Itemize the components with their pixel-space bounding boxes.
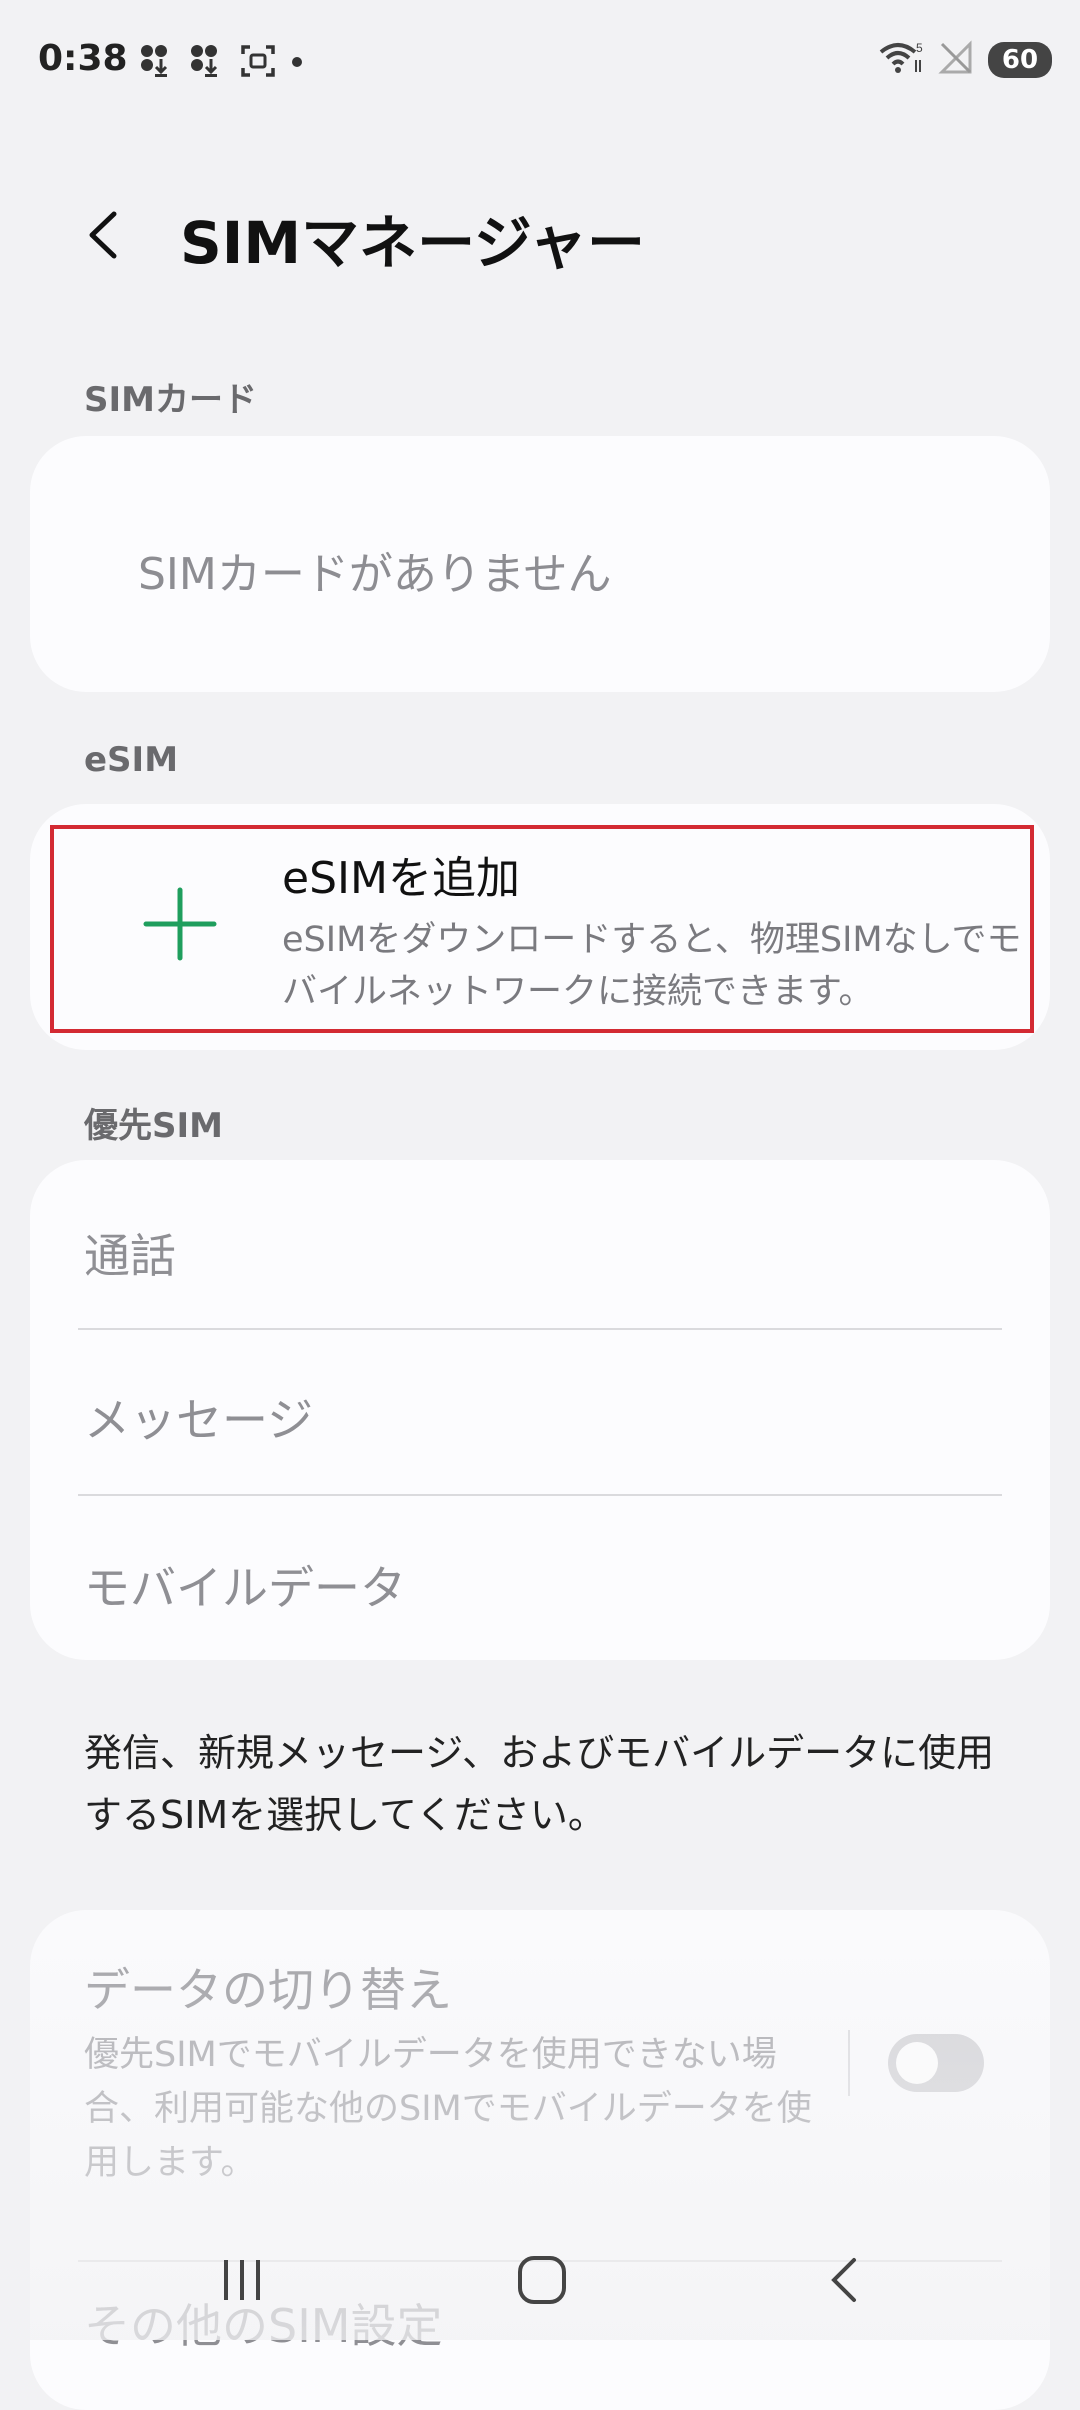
data-switch-description: 優先SIMでモバイルデータを使用できない場合、利用可能な他のSIMでモバイルデー… bbox=[84, 2035, 812, 2183]
home-icon bbox=[518, 2256, 566, 2304]
svg-text:5: 5 bbox=[916, 41, 923, 55]
add-esim-item[interactable]: eSIMを追加 eSIMをダウンロードすると、物理SIMなしでモバイルネットワー… bbox=[30, 804, 1050, 1050]
sim-card-card: SIMカードがありません bbox=[30, 436, 1050, 692]
sim-card-section-label: SIMカード bbox=[84, 380, 257, 420]
battery-icon: 60 bbox=[988, 42, 1052, 78]
notification-icons bbox=[140, 44, 304, 82]
chevron-left-icon bbox=[89, 211, 117, 259]
system-status-icons: 5 60 bbox=[878, 40, 1052, 80]
no-signal-icon bbox=[938, 40, 974, 80]
divider bbox=[78, 1328, 1002, 1330]
recents-button[interactable] bbox=[202, 2240, 282, 2320]
plus-icon bbox=[143, 887, 217, 961]
esim-card: eSIMを追加 eSIMをダウンロードすると、物理SIMなしでモバイルネットワー… bbox=[30, 804, 1050, 1050]
navigation-bar bbox=[0, 2220, 1080, 2340]
app-bar: SIMマネージャー bbox=[0, 180, 1080, 280]
grid-download-icon bbox=[190, 44, 226, 82]
grid-download-icon bbox=[140, 44, 176, 82]
screen-capture-icon bbox=[240, 44, 276, 82]
messages-item[interactable]: メッセージ bbox=[84, 1384, 313, 1450]
page-title: SIMマネージャー bbox=[180, 209, 646, 277]
preferred-sim-section-label: 優先SIM bbox=[84, 1106, 223, 1146]
toggle-separator bbox=[848, 2030, 850, 2096]
data-switch-title: データの切り替え bbox=[84, 1963, 452, 2017]
recents-icon bbox=[224, 2260, 260, 2300]
calls-item[interactable]: 通話 bbox=[84, 1220, 176, 1286]
toggle-knob bbox=[896, 2042, 938, 2084]
add-esim-description: eSIMをダウンロードすると、物理SIMなしでモバイルネットワークに接続できます… bbox=[282, 920, 1022, 1012]
status-time: 0:38 bbox=[38, 38, 128, 79]
wifi-icon: 5 bbox=[878, 40, 924, 80]
dot-icon bbox=[290, 54, 304, 73]
status-bar: 0:38 5 60 bbox=[0, 0, 1080, 130]
mobile-data-item[interactable]: モバイルデータ bbox=[84, 1552, 406, 1618]
home-button[interactable] bbox=[502, 2240, 582, 2320]
divider bbox=[78, 1494, 1002, 1496]
esim-section-label: eSIM bbox=[84, 740, 179, 780]
back-button[interactable] bbox=[70, 200, 140, 270]
preferred-sim-card: 通話 メッセージ モバイルデータ bbox=[30, 1160, 1050, 1660]
data-switch-toggle[interactable] bbox=[888, 2034, 984, 2092]
back-icon bbox=[831, 2258, 856, 2302]
add-esim-title: eSIMを追加 bbox=[282, 853, 520, 904]
no-sim-text: SIMカードがありません bbox=[138, 549, 612, 600]
preferred-sim-info-text: 発信、新規メッセージ、およびモバイルデータに使用するSIMを選択してください。 bbox=[84, 1731, 995, 1837]
nav-back-button[interactable] bbox=[806, 2240, 886, 2320]
